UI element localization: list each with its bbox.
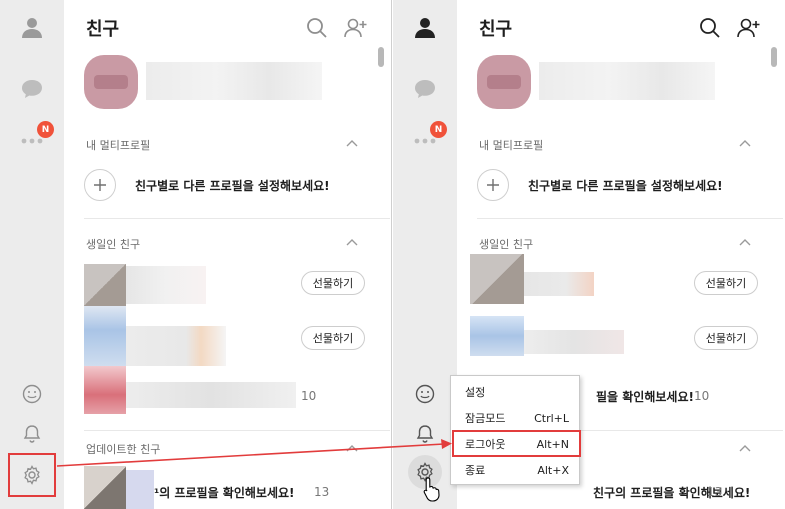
friend-avatar-blurred[interactable] (84, 366, 126, 414)
friend-avatar-blurred[interactable] (470, 254, 524, 304)
notification-button[interactable] (410, 419, 440, 449)
scrollbar-thumb[interactable] (378, 47, 384, 67)
divider (477, 218, 783, 219)
divider (84, 430, 390, 431)
friend-name-blurred (524, 330, 624, 354)
friends-tab[interactable] (17, 12, 47, 42)
chevron-up-icon[interactable] (739, 238, 751, 246)
friend-count: 10 (301, 389, 317, 403)
add-friend-icon[interactable] (737, 16, 761, 40)
gift-button[interactable]: 선물하기 (694, 326, 758, 350)
friend-name-blurred (126, 326, 226, 366)
profile-name-blurred (539, 62, 715, 100)
friends-pane: 친구 내 멀티프로필 친구별로 다른 프로필을 설정해보세요! 생일인 친구 선… (64, 0, 391, 509)
chats-tab[interactable] (410, 74, 440, 104)
friend-profile-prompt-partial: 필을 확인해보세요! (596, 390, 694, 404)
chat-icon (415, 80, 435, 98)
add-friend-icon[interactable] (344, 16, 368, 40)
side-rail: N (0, 0, 64, 509)
logout-highlight-box (452, 430, 581, 457)
page-title: 친구 (479, 19, 513, 40)
plus-icon (94, 179, 106, 191)
emoticon-button[interactable] (410, 379, 440, 409)
hand-cursor-icon (423, 477, 440, 502)
menu-item-settings[interactable]: 설정 (451, 380, 579, 404)
menu-item-label: 설정 (465, 386, 486, 399)
chat-icon (22, 80, 42, 98)
chevron-up-icon[interactable] (739, 444, 751, 452)
bell-icon (23, 425, 41, 443)
friend-name-blurred (126, 470, 154, 509)
notification-button[interactable] (17, 419, 47, 449)
section-updated: 업데이트한 친구 (86, 443, 161, 456)
section-birthday: 생일인 친구 (86, 238, 141, 251)
scrollbar-thumb[interactable] (771, 47, 777, 67)
add-multi-profile-button[interactable] (477, 169, 509, 201)
section-birthday: 생일인 친구 (479, 238, 534, 251)
multi-profile-prompt: 친구별로 다른 프로필을 설정해보세요! (528, 179, 723, 193)
chats-tab[interactable] (17, 74, 47, 104)
plus-icon (487, 179, 499, 191)
gift-button[interactable]: 선물하기 (694, 271, 758, 295)
divider (84, 218, 390, 219)
search-icon[interactable] (305, 16, 329, 40)
emoji-icon (22, 384, 42, 404)
emoticon-button[interactable] (17, 379, 47, 409)
search-icon[interactable] (698, 16, 722, 40)
new-badge: N (37, 121, 54, 138)
profile-name-blurred (146, 62, 322, 100)
my-profile-avatar[interactable] (84, 55, 138, 109)
friend-count: 10 (694, 389, 710, 403)
menu-item-shortcut: Ctrl+L (534, 411, 569, 425)
section-multi-profile: 내 멀티프로필 (86, 139, 151, 152)
chevron-up-icon[interactable] (346, 238, 358, 246)
bell-icon (416, 425, 434, 443)
gift-button[interactable]: 선물하기 (301, 271, 365, 295)
section-multi-profile: 내 멀티프로필 (479, 139, 544, 152)
add-multi-profile-button[interactable] (84, 169, 116, 201)
settings-highlight-box (8, 453, 56, 497)
more-icon (414, 138, 436, 144)
left-window: N 친구 내 멀티프로필 친구별로 다른 프로필을 설정해보세요! 생일인 친구… (0, 0, 392, 509)
gift-button[interactable]: 선물하기 (301, 326, 365, 350)
person-icon (415, 18, 435, 38)
menu-item-shortcut: Alt+X (537, 463, 569, 477)
chevron-up-icon[interactable] (739, 139, 751, 147)
my-profile-avatar[interactable] (477, 55, 531, 109)
friend-name-blurred (524, 272, 594, 296)
friend-avatar-blurred[interactable] (84, 264, 126, 306)
menu-item-label: 잠금모드 (465, 412, 506, 425)
update-count: 13 (314, 485, 330, 499)
friend-avatar-blurred[interactable] (84, 466, 126, 509)
person-icon (22, 18, 42, 38)
new-badge: N (430, 121, 447, 138)
friend-name-blurred (126, 266, 206, 304)
chevron-up-icon[interactable] (346, 139, 358, 147)
update-prompt: ¹의 프로필을 확인해보세요! (154, 486, 295, 500)
page-title: 친구 (86, 19, 120, 40)
update-prompt: 친구의 프로필을 확인해보세요! (593, 486, 751, 500)
friend-name-blurred (126, 382, 296, 408)
update-count: 13 (707, 485, 723, 499)
menu-item-exit[interactable]: 종료 Alt+X (451, 458, 579, 482)
friend-avatar-blurred[interactable] (84, 306, 126, 366)
friend-avatar-blurred[interactable] (470, 316, 524, 356)
side-rail: N (393, 0, 457, 509)
multi-profile-prompt: 친구별로 다른 프로필을 설정해보세요! (135, 179, 330, 193)
emoji-icon (415, 384, 435, 404)
menu-item-label: 종료 (465, 464, 486, 477)
chevron-up-icon[interactable] (346, 444, 358, 452)
more-icon (21, 138, 43, 144)
friends-tab[interactable] (410, 12, 440, 42)
menu-item-lock-mode[interactable]: 잠금모드 Ctrl+L (451, 406, 579, 430)
